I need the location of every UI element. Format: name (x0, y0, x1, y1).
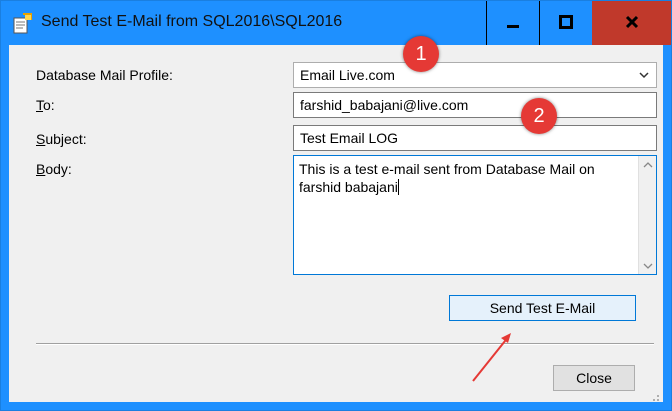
text-caret (397, 179, 399, 195)
minimize-button[interactable] (486, 1, 539, 45)
title-bar[interactable]: Send Test E-Mail from SQL2016\SQL2016 (1, 1, 671, 45)
body-label: Body: (36, 161, 72, 177)
chevron-down-icon (643, 258, 653, 274)
scroll-up-button[interactable] (639, 156, 656, 173)
annotation-arrow (472, 333, 511, 382)
subject-value: Test Email LOG (300, 130, 399, 146)
close-icon (625, 15, 639, 32)
dialog-client-area: Database Mail Profile: Email Live.com To… (9, 45, 663, 402)
maximize-icon (558, 14, 573, 32)
window-title: Send Test E-Mail from SQL2016\SQL2016 (41, 13, 343, 30)
scroll-down-button[interactable] (639, 257, 656, 274)
send-test-email-button[interactable]: Send Test E-Mail (449, 295, 636, 321)
maximize-button[interactable] (539, 1, 592, 45)
mail-document-icon (11, 13, 33, 35)
chevron-down-icon (638, 68, 650, 80)
resize-grip-icon[interactable] (650, 389, 660, 401)
dialog-window: Send Test E-Mail from SQL2016\SQL2016 Da… (0, 0, 672, 411)
close-button-label: Close (576, 370, 612, 386)
body-textarea[interactable]: This is a test e-mail sent from Database… (293, 155, 657, 275)
to-label: To: (36, 97, 55, 113)
chevron-up-icon (643, 157, 653, 173)
subject-field[interactable]: Test Email LOG (293, 125, 657, 151)
profile-value: Email Live.com (300, 67, 395, 83)
to-value: farshid_babajani@live.com (300, 97, 469, 113)
minimize-icon (506, 15, 520, 32)
subject-label: Subject: (36, 131, 87, 147)
close-button[interactable]: Close (553, 365, 635, 391)
body-text: This is a test e-mail sent from Database… (299, 161, 595, 195)
send-test-email-label: Send Test E-Mail (489, 300, 596, 316)
profile-dropdown[interactable]: Email Live.com (293, 62, 657, 88)
divider (36, 343, 654, 345)
annotation-badge-1: 1 (403, 36, 439, 72)
annotation-badge-2: 2 (521, 98, 557, 134)
body-scrollbar[interactable] (638, 156, 656, 274)
profile-label: Database Mail Profile: (36, 67, 173, 83)
to-field[interactable]: farshid_babajani@live.com (293, 92, 657, 118)
close-window-button[interactable] (592, 1, 671, 45)
